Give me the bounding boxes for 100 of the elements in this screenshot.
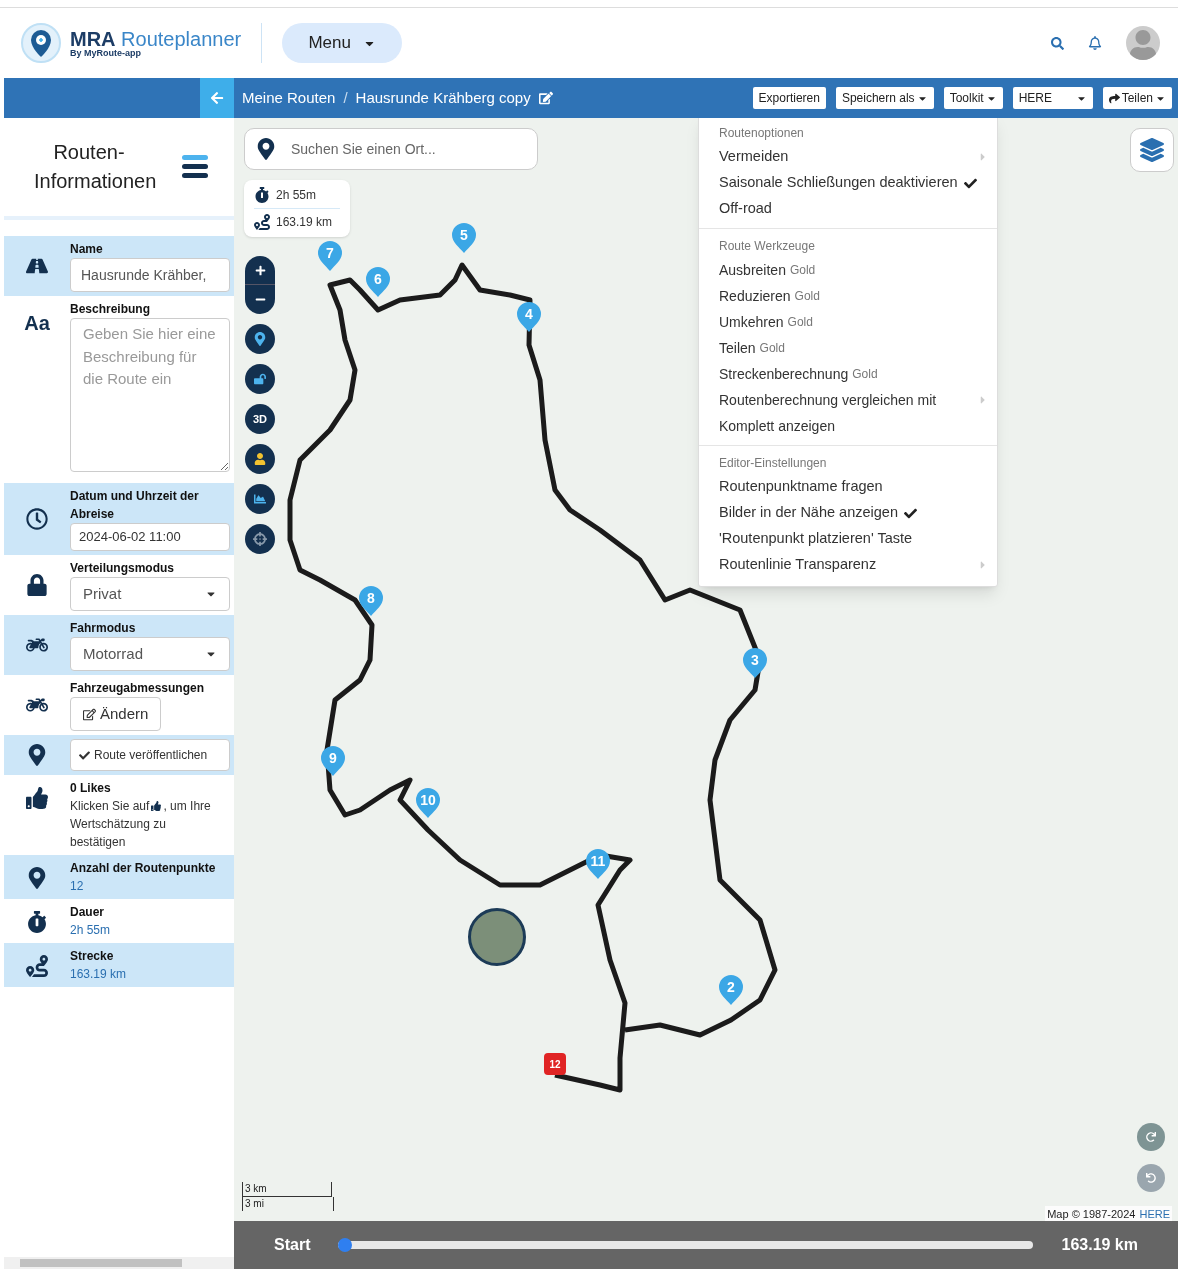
photo-placeholder [468, 908, 526, 966]
chart-icon [254, 493, 266, 505]
map-pin-icon [255, 138, 277, 160]
distance-text: 163.19 km [276, 214, 333, 231]
bell-icon[interactable] [1088, 36, 1102, 50]
byline-app: app [125, 47, 142, 58]
layers-button[interactable] [1130, 128, 1174, 172]
menu-item[interactable]: Teilen Gold [699, 335, 997, 361]
menu-item[interactable]: Streckenberechnung Gold [699, 361, 997, 387]
lock-icon [26, 574, 48, 596]
field-label: Anzahl der Routenpunkte [70, 860, 217, 877]
toolbar-button[interactable]: Exportieren [752, 87, 826, 109]
rotate-icon [1146, 1132, 1156, 1142]
stat-value: 163.19 km [70, 966, 128, 983]
map-pin-icon [253, 332, 267, 346]
stopwatch-icon [26, 911, 48, 933]
menu-item[interactable]: Ausbreiten Gold [699, 257, 997, 283]
publish-button[interactable]: Route veröffentlichen [70, 739, 230, 771]
map-pin-icon [26, 744, 48, 766]
field-label: Fahrzeugabmessungen [70, 680, 206, 697]
menu-item[interactable]: Vermeiden [699, 144, 997, 170]
menu-item[interactable]: Umkehren Gold [699, 309, 997, 335]
clock-icon [26, 508, 48, 530]
menu-item[interactable]: Bilder in der Nähe anzeigen [699, 500, 997, 526]
layers-icon [1140, 138, 1164, 162]
search-icon[interactable] [1051, 36, 1064, 50]
menu-item[interactable]: Routenberechnung vergleichen mit [699, 387, 997, 413]
dropdown-select[interactable]: Motorrad [70, 637, 230, 671]
progress-slider[interactable] [338, 1238, 1034, 1252]
stat-value: 2h 55m [70, 922, 112, 939]
menu-item[interactable]: Reduzieren Gold [699, 283, 997, 309]
map-attribution: Map © 1987-2024 [1047, 1207, 1136, 1222]
add-waypoint-button[interactable] [245, 324, 275, 354]
lock-button[interactable] [245, 364, 275, 394]
avatar[interactable] [1126, 26, 1160, 60]
edit-button[interactable]: Ändern [70, 697, 162, 731]
menu-item[interactable]: 'Routenpunkt platzieren' Taste [699, 526, 997, 552]
scale-bar: 3 mi [242, 1197, 334, 1211]
field-label: Datum und Uhrzeit der Abreise [70, 488, 200, 523]
duration-text: 2h 55m [276, 187, 317, 204]
likes-hint: Klicken Sie auf [70, 798, 150, 815]
share-icon [1108, 92, 1120, 104]
breadcrumb-link[interactable]: Meine Routen [242, 86, 336, 110]
stopwatch-icon [254, 187, 270, 203]
check-icon [79, 749, 90, 761]
toolbar-button[interactable]: Speichern als [835, 87, 934, 109]
search-field[interactable]: Suchen Sie einen Ort... [244, 128, 538, 170]
dropdown-select[interactable]: Privat [70, 577, 230, 611]
3d-button[interactable]: 3D [245, 404, 275, 434]
menu-item[interactable]: Komplett anzeigen [699, 413, 997, 439]
field-label: Verteilungsmodus [70, 560, 176, 577]
field-label: 0 Likes [70, 780, 112, 797]
field-label: Beschreibung [70, 301, 151, 318]
menu-button[interactable]: Menu [282, 23, 403, 63]
plus-icon [254, 264, 266, 276]
crosshair-icon [253, 532, 267, 546]
font-glyph-icon: Aa [24, 308, 50, 338]
edit-icon[interactable] [538, 91, 553, 105]
finish-marker[interactable]: 12 [544, 1053, 566, 1075]
menu-section-header: Routenoptionen [718, 125, 805, 142]
toolbar-button[interactable]: Teilen [1102, 87, 1172, 109]
stat-value: 12 [70, 878, 85, 895]
text-field[interactable]: 2024-06-02 11:00 [70, 523, 230, 551]
product-name: Routeplanner [121, 27, 242, 50]
menu-item[interactable]: Off-road [699, 196, 997, 222]
menu-icon[interactable] [182, 154, 208, 180]
logo-icon [20, 22, 62, 64]
text-field[interactable]: Hausrunde Krähber, [70, 258, 230, 292]
menu-section-header: Route Werkzeuge [718, 238, 816, 255]
street-view-button[interactable] [245, 444, 275, 474]
back-arrow-icon [210, 91, 224, 105]
edit-icon [83, 707, 96, 721]
field-label: Fahrmodus [70, 620, 137, 637]
route-icon [254, 214, 270, 230]
route-icon [26, 955, 48, 977]
scale-bar: 3 km [242, 1182, 332, 1197]
attribution-link[interactable]: HERE [1139, 1206, 1170, 1223]
unlock-icon [254, 373, 266, 385]
thumbs-up-icon [26, 787, 48, 809]
likes-hint: , um Ihre [163, 798, 211, 815]
menu-item[interactable]: Saisonale Schließungen deaktivieren [699, 170, 997, 196]
description-field[interactable]: Geben Sie hier eine Beschreibung für die Route ein [70, 318, 230, 472]
start-label: Start [274, 1235, 311, 1255]
route-title: Hausrunde Krähberg copy [355, 87, 531, 108]
breadcrumb-separator: / [343, 87, 348, 108]
slider-thumb[interactable] [338, 1238, 353, 1252]
toolbar-button[interactable]: HERE [1012, 87, 1093, 109]
thumbs-up-icon [151, 801, 162, 811]
waypoints-icon [26, 867, 48, 889]
elevation-button[interactable] [245, 484, 275, 514]
person-icon [254, 453, 266, 465]
menu-section-header: Editor-Einstellungen [718, 455, 828, 472]
brand-name: MRA [70, 27, 116, 50]
rotate-button[interactable] [1137, 1123, 1165, 1151]
field-label: Strecke [70, 948, 115, 965]
toolbar-button[interactable]: Toolkit [943, 87, 1003, 109]
locate-button[interactable] [245, 524, 275, 554]
likes-hint: Wertschätzung zu bestätigen [70, 816, 167, 851]
menu-item[interactable]: Routenlinie Transparenz [699, 552, 997, 578]
menu-item[interactable]: Routenpunktname fragen [699, 474, 997, 500]
